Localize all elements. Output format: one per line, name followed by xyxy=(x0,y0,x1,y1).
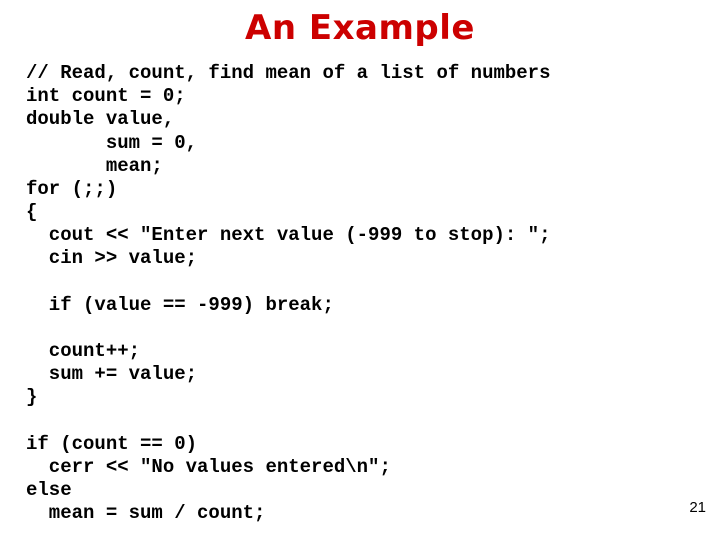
code-block: // Read, count, find mean of a list of n… xyxy=(26,62,720,525)
slide: An Example // Read, count, find mean of … xyxy=(0,8,720,540)
page-number: 21 xyxy=(689,499,706,516)
slide-title: An Example xyxy=(0,8,720,48)
